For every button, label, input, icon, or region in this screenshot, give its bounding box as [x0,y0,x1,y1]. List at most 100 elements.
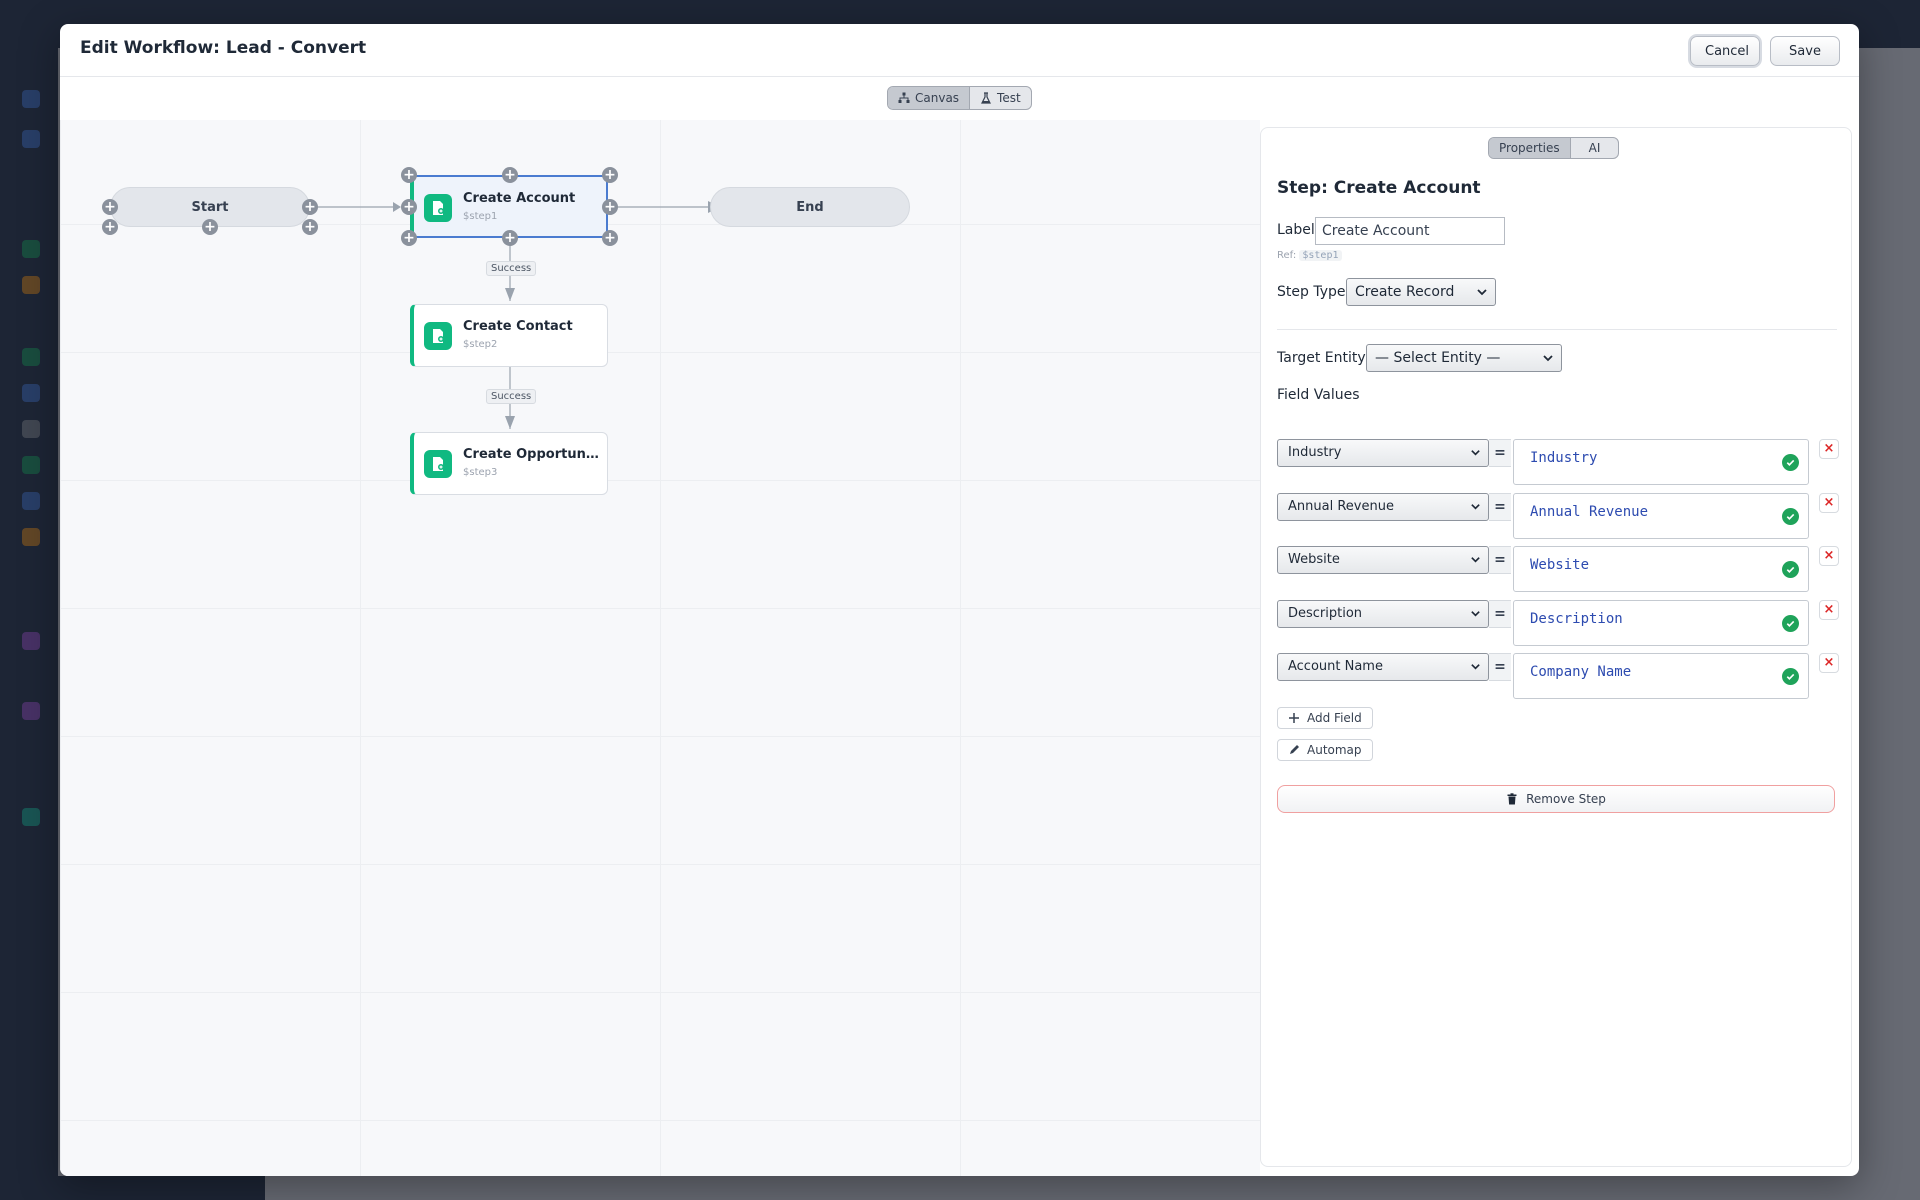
remove-field-button[interactable]: × [1819,600,1839,620]
tab-ai[interactable]: AI [1569,138,1619,158]
equals-sign: = [1489,600,1511,628]
step1-handle-right[interactable]: + [602,199,618,215]
step-ref: $step2 [463,339,498,350]
check-circle-icon [1782,454,1799,471]
document-plus-icon [424,450,452,478]
label-input[interactable]: Create Account [1315,217,1505,245]
flask-icon [981,92,992,104]
equals-sign: = [1489,493,1511,521]
document-plus-icon [424,322,452,350]
chevron-down-icon [1471,504,1480,510]
field-select[interactable]: Account Name [1277,653,1489,681]
step1-handle-top[interactable]: + [502,167,518,183]
field-value-input[interactable]: Website [1513,546,1809,592]
plus-icon [1289,713,1299,723]
tab-canvas[interactable]: Canvas [888,87,970,109]
step-title: Create Contact [463,319,573,334]
equals-sign: = [1489,439,1511,467]
check-circle-icon [1782,561,1799,578]
field-value-input[interactable]: Description [1513,600,1809,646]
start-handle-right[interactable]: + [302,199,318,215]
field-value-input[interactable]: Company Name [1513,653,1809,699]
field-select[interactable]: Website [1277,546,1489,574]
chevron-down-icon [1471,664,1480,670]
field-select[interactable]: Annual Revenue [1277,493,1489,521]
pencil-icon [1290,745,1299,754]
tab-canvas-label: Canvas [915,91,960,105]
start-handle-left[interactable]: + [102,199,118,215]
field-value-row: Description = Description × [1277,600,1839,646]
step-heading: Step: Create Account [1277,178,1481,198]
workflow-canvas[interactable]: Start + + + + + Create Account $step1 + … [60,120,1260,1176]
start-handle-bottom-left[interactable]: + [102,219,118,235]
start-handle-bottom-right[interactable]: + [302,219,318,235]
step-ref-code: $step1 [1299,250,1342,261]
save-button[interactable]: Save [1770,36,1840,66]
remove-field-button[interactable]: × [1819,439,1839,459]
field-select[interactable]: Industry [1277,439,1489,467]
step-type-caption: Step Type [1277,284,1346,300]
automap-label: Automap [1307,743,1362,757]
sitemap-icon [898,92,910,103]
equals-sign: = [1489,546,1511,574]
step-ref: $step1 [463,211,498,222]
step-title: Create Account [463,191,576,206]
field-value-row: Account Name = Company Name × [1277,653,1839,699]
step1-handle-left[interactable]: + [401,199,417,215]
step-ref-line: Ref: $step1 [1277,250,1342,261]
remove-field-button[interactable]: × [1819,546,1839,566]
field-value-row: Industry = Industry × [1277,439,1839,485]
remove-step-button[interactable]: Remove Step [1277,785,1835,813]
target-entity-caption: Target Entity [1277,350,1366,366]
tab-properties[interactable]: Properties [1489,138,1570,158]
tab-test[interactable]: Test [969,87,1031,109]
automap-button[interactable]: Automap [1277,739,1373,761]
step1-handle-bottom[interactable]: + [502,230,518,246]
remove-step-label: Remove Step [1526,792,1606,806]
connector-lines [310,201,720,429]
step-type-value: Create Record [1355,284,1455,300]
step-node-create-opportunity[interactable]: Create Opportunity $step3 [410,432,608,495]
step-node-create-contact[interactable]: Create Contact $step2 [410,304,608,367]
step1-handle-top-left[interactable]: + [401,167,417,183]
panel-tabs: Properties AI [1488,137,1620,159]
properties-panel: Properties AI Step: Create Account Label… [1260,127,1852,1167]
edit-workflow-modal: Edit Workflow: Lead - Convert Cancel Sav… [60,24,1859,1176]
add-field-button[interactable]: Add Field [1277,707,1373,729]
field-value-input[interactable]: Industry [1513,439,1809,485]
check-circle-icon [1782,508,1799,525]
chevron-down-icon [1477,289,1487,296]
field-value-input[interactable]: Annual Revenue [1513,493,1809,539]
field-select[interactable]: Description [1277,600,1489,628]
step1-handle-bottom-right[interactable]: + [602,230,618,246]
add-field-label: Add Field [1307,711,1362,725]
step1-handle-top-right[interactable]: + [602,167,618,183]
label-caption: Label [1277,222,1315,238]
cancel-button[interactable]: Cancel [1690,36,1760,66]
edge-label-success: Success [486,261,537,276]
step1-handle-bottom-left[interactable]: + [401,230,417,246]
mode-toggle: Canvas Test [887,86,1032,110]
tab-test-label: Test [997,91,1021,105]
step-title: Create Opportunity [463,447,603,462]
equals-sign: = [1489,653,1511,681]
check-circle-icon [1782,615,1799,632]
document-plus-icon [424,194,452,222]
check-circle-icon [1782,668,1799,685]
field-value-row: Annual Revenue = Annual Revenue × [1277,493,1839,539]
chevron-down-icon [1543,355,1553,362]
end-node[interactable]: End [710,187,910,227]
section-divider [1277,329,1837,330]
target-entity-select[interactable]: — Select Entity — [1366,344,1562,372]
remove-field-button[interactable]: × [1819,493,1839,513]
step-node-create-account[interactable]: Create Account $step1 [410,175,608,238]
field-value-row: Website = Website × [1277,546,1839,592]
remove-field-button[interactable]: × [1819,653,1839,673]
step-type-select[interactable]: Create Record [1346,278,1496,306]
chevron-down-icon [1471,557,1480,563]
start-handle-bottom[interactable]: + [202,219,218,235]
target-entity-value: — Select Entity — [1375,350,1501,366]
chevron-down-icon [1471,450,1480,456]
step-ref: $step3 [463,467,498,478]
edge-label-success: Success [486,389,537,404]
